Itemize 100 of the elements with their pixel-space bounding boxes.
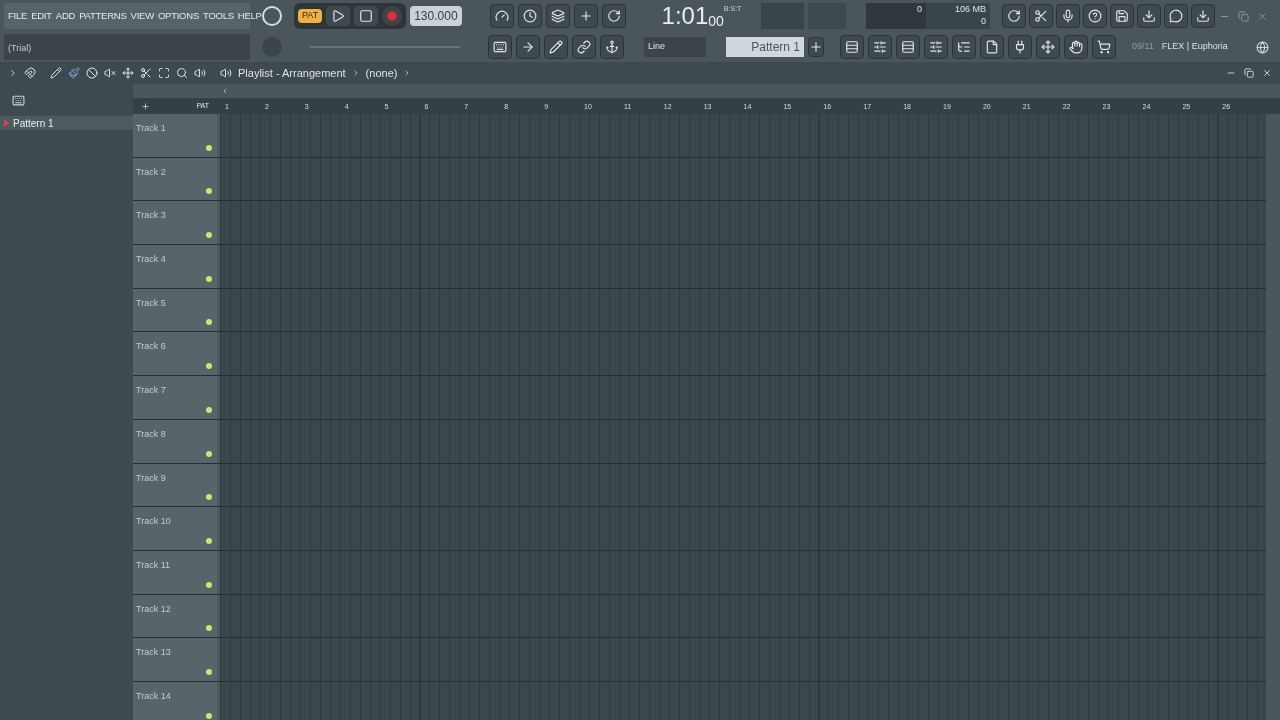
news-text[interactable]: FLEX | Euphoria [1161, 40, 1228, 54]
mixer-icon [929, 40, 943, 54]
track-header[interactable]: Track 9 [133, 463, 217, 507]
track-header[interactable]: Track 5 [133, 288, 217, 332]
master-volume-knob[interactable] [262, 6, 282, 26]
restore-icon[interactable] [1244, 68, 1254, 78]
hand-button[interactable] [1064, 35, 1088, 59]
track-header[interactable]: Track 12 [133, 594, 217, 638]
menu-item[interactable]: OPTIONS [157, 8, 199, 24]
cut-icon [1034, 9, 1048, 23]
link-button[interactable] [572, 35, 596, 59]
link-icon [577, 40, 591, 54]
track-lane[interactable] [220, 114, 1266, 157]
news-counter: 09/11 [1132, 40, 1154, 54]
track-header[interactable]: Track 11 [133, 550, 217, 594]
memory-reading: 106 MB [954, 3, 986, 15]
close-icon[interactable] [1262, 68, 1272, 78]
vertical-scrollbar[interactable] [1266, 114, 1280, 720]
track-lane[interactable] [220, 681, 1266, 720]
track-lane[interactable] [220, 594, 1266, 638]
track-name: Track 14 [136, 690, 171, 701]
play-button[interactable] [326, 6, 351, 26]
menu-item[interactable]: HELP [237, 8, 262, 24]
export-button[interactable] [1137, 4, 1161, 28]
slice-icon[interactable] [140, 67, 152, 79]
picker-item[interactable]: Pattern 1 [0, 116, 133, 130]
track-lane[interactable] [220, 463, 1266, 507]
track-lane[interactable] [220, 550, 1266, 594]
project-icon [985, 40, 999, 54]
speaker-icon[interactable] [220, 67, 232, 79]
record-button[interactable] [382, 6, 403, 26]
project-button[interactable] [980, 35, 1004, 59]
track-header[interactable]: Track 3 [133, 201, 217, 245]
menu-item[interactable]: PATTERNS [79, 8, 127, 24]
download-button[interactable] [1191, 4, 1215, 28]
track-lane[interactable] [220, 201, 1266, 245]
stop-button[interactable] [354, 6, 379, 26]
track-header[interactable]: Track 4 [133, 245, 217, 288]
track-name: Track 8 [136, 428, 166, 439]
save-button[interactable] [1110, 4, 1134, 28]
track-lane[interactable] [220, 245, 1266, 288]
track-lane[interactable] [220, 157, 1266, 201]
zoom-icon[interactable] [176, 67, 188, 79]
arrangement-name[interactable]: (none) [365, 64, 398, 82]
help-icon [1088, 9, 1102, 23]
browser-button[interactable] [952, 35, 976, 59]
tempo-display[interactable]: 130.000 [410, 6, 462, 26]
mute-icon[interactable] [104, 67, 116, 79]
track-header[interactable]: Track 6 [133, 332, 217, 376]
track-name: Track 3 [136, 210, 166, 221]
track-name: Track 13 [136, 647, 171, 658]
magnet-icon[interactable] [24, 67, 36, 79]
track-lane[interactable] [220, 332, 1266, 376]
chat-button[interactable] [1164, 4, 1188, 28]
cart-button[interactable] [1092, 35, 1116, 59]
select-icon[interactable] [158, 67, 170, 79]
track-lane[interactable] [220, 288, 1266, 332]
track-lane[interactable] [220, 507, 1266, 550]
pattern-select[interactable]: Pattern 1 [726, 37, 804, 57]
brush-icon[interactable] [68, 67, 80, 79]
cut-button[interactable] [1029, 4, 1053, 28]
help-button[interactable] [1083, 4, 1107, 28]
hint-text: (Trial) [8, 43, 32, 53]
arrow-right-button[interactable] [516, 35, 540, 59]
snap-select[interactable]: Line [644, 37, 706, 57]
track-header[interactable]: Track 8 [133, 419, 217, 463]
track-lane[interactable] [220, 376, 1266, 419]
track-name: Track 5 [136, 297, 166, 308]
menu-item[interactable]: TOOLS [203, 8, 234, 24]
pencil-button[interactable] [544, 35, 568, 59]
microphone-button[interactable] [1056, 4, 1080, 28]
play-icon [331, 9, 346, 23]
menu-item[interactable]: ADD [55, 8, 76, 24]
track-header[interactable]: Track 1 [133, 114, 217, 157]
scroll-left-icon[interactable] [221, 87, 229, 95]
track-header[interactable]: Track 10 [133, 507, 217, 550]
track-name: Track 9 [136, 472, 166, 483]
mixer-button[interactable] [924, 35, 948, 59]
track-header[interactable]: Track 2 [133, 157, 217, 201]
track-name: Track 6 [136, 341, 166, 352]
add-pattern-button[interactable] [808, 37, 824, 57]
menu-item[interactable]: EDIT [31, 8, 52, 24]
track-lane[interactable] [220, 638, 1266, 681]
pattern-mode-toggle[interactable]: PAT [298, 9, 323, 23]
browser-icon [957, 40, 971, 54]
pencil-icon[interactable] [50, 67, 62, 79]
add-track-icon[interactable] [141, 101, 150, 111]
plus-button[interactable] [573, 4, 598, 28]
delete-icon[interactable] [86, 67, 98, 79]
menu-item[interactable]: FILE [8, 8, 28, 24]
record-icon [387, 11, 398, 21]
globe-icon[interactable] [1255, 40, 1269, 54]
clock-button[interactable] [517, 4, 542, 28]
plugin-button[interactable] [1008, 35, 1032, 59]
track-lane[interactable] [220, 419, 1266, 463]
track-header[interactable]: Track 13 [133, 638, 217, 681]
track-header[interactable]: Track 14 [133, 681, 217, 720]
track-header[interactable]: Track 7 [133, 376, 217, 419]
song-time-ticks: 00 [708, 14, 724, 28]
menu-item[interactable]: VIEW [130, 8, 154, 24]
